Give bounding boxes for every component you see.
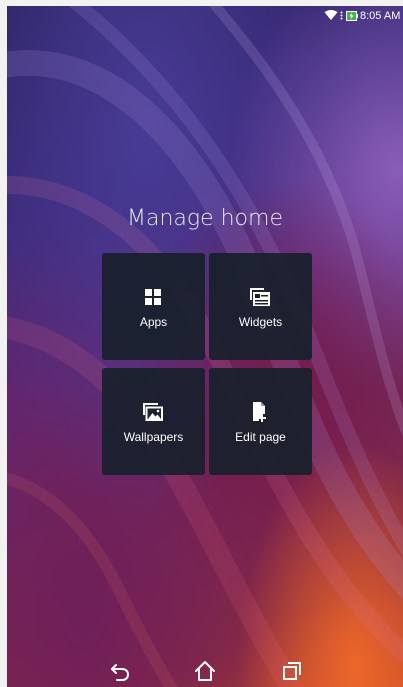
widgets-tile[interactable]: Widgets <box>209 253 312 360</box>
edit-page-icon <box>253 402 266 422</box>
edit-page-tile-label: Edit page <box>235 430 286 444</box>
home-button[interactable] <box>192 658 218 684</box>
home-icon <box>195 661 215 681</box>
home-screen: 8:05 AM Manage home Apps Widgets Wallpap… <box>7 6 403 687</box>
device-frame: 8:05 AM Manage home Apps Widgets Wallpap… <box>0 0 403 687</box>
status-bar: 8:05 AM <box>7 6 403 28</box>
apps-tile-label: Apps <box>139 315 168 329</box>
back-icon <box>111 664 130 681</box>
wallpapers-tile[interactable]: Wallpapers <box>102 368 205 475</box>
recent-apps-button[interactable] <box>279 658 305 684</box>
wifi-icon <box>324 9 338 20</box>
widgets-icon <box>250 288 270 306</box>
widgets-tile-label: Widgets <box>238 315 283 329</box>
navigation-bar <box>7 654 403 687</box>
wallpapers-tile-label: Wallpapers <box>123 430 184 444</box>
edit-page-tile[interactable]: Edit page <box>209 368 312 475</box>
apps-grid-icon <box>145 289 161 305</box>
apps-tile[interactable]: Apps <box>102 253 205 360</box>
wallpaper-icon <box>143 403 163 421</box>
back-button[interactable] <box>107 658 133 684</box>
overflow-dots-icon <box>340 11 343 20</box>
manage-home-title: Manage home <box>127 206 283 231</box>
wallpaper-background <box>7 6 403 687</box>
recent-apps-icon <box>283 662 301 680</box>
battery-charging-icon <box>346 11 358 21</box>
status-time: 8:05 AM <box>360 10 401 22</box>
